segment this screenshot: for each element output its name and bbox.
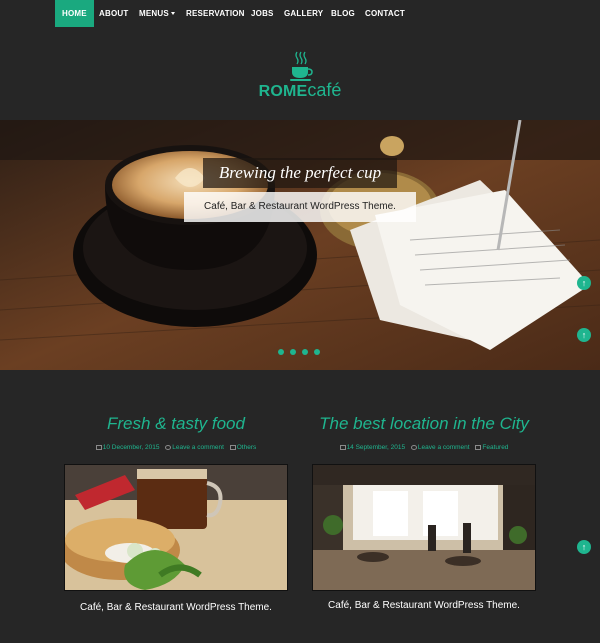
folder-icon (229, 444, 236, 450)
nav-item-jobs[interactable]: JOBS (251, 0, 274, 27)
post-date-text: 10 December, 2015 (102, 444, 160, 451)
comment-icon (410, 444, 417, 450)
slider-dot[interactable] (278, 349, 284, 355)
main-nav: HOME ABOUT MENUS RESERVATION JOBS GALLER… (0, 0, 600, 27)
folder-icon (475, 444, 482, 450)
nav-item-menus[interactable]: MENUS (139, 0, 175, 27)
post-comment-link[interactable]: Leave a comment (165, 444, 224, 451)
post-category-text: Featured (482, 444, 509, 451)
logo-text: ROMEcafé (0, 80, 600, 101)
post-date-text: 14 September, 2015 (346, 444, 406, 451)
nav-item-contact[interactable]: CONTACT (365, 0, 405, 27)
chevron-down-icon (170, 12, 175, 16)
hero-subtitle: Café, Bar & Restaurant WordPress Theme. (184, 192, 416, 222)
slider-dot[interactable] (314, 349, 320, 355)
hero-title: Brewing the perfect cup (203, 158, 397, 188)
post-meta: 10 December, 2015 Leave a comment Others (56, 444, 296, 451)
nav-item-gallery[interactable]: GALLERY (284, 0, 323, 27)
coffee-cup-icon (290, 51, 313, 81)
post-excerpt: Café, Bar & Restaurant WordPress Theme. (328, 600, 520, 611)
post-title[interactable]: Fresh & tasty food (56, 414, 296, 434)
scroll-top-button[interactable]: ↑ (577, 328, 591, 342)
post-image-food (65, 465, 287, 590)
logo-rome: ROME (258, 83, 308, 100)
post-category-text: Others (236, 444, 257, 451)
post-date[interactable]: 14 September, 2015 (339, 444, 406, 451)
post-comment-text: Leave a comment (172, 444, 224, 451)
comment-icon (165, 444, 172, 450)
nav-item-menus-label: MENUS (139, 9, 169, 18)
nav-item-home[interactable]: HOME (55, 0, 94, 27)
slider-dot[interactable] (302, 349, 308, 355)
nav-item-about[interactable]: ABOUT (99, 0, 128, 27)
nav-item-reservation[interactable]: RESERVATION (186, 0, 245, 27)
post-image-interior (313, 465, 535, 590)
post-excerpt: Café, Bar & Restaurant WordPress Theme. (80, 602, 272, 613)
calendar-icon (339, 444, 346, 450)
nav-item-blog[interactable]: BLOG (331, 0, 355, 27)
post-category[interactable]: Featured (475, 444, 508, 451)
post-image[interactable] (312, 464, 536, 591)
post-title[interactable]: The best location in the City (304, 414, 544, 434)
post-category[interactable]: Others (229, 444, 257, 451)
slider-dot[interactable] (290, 349, 296, 355)
post-comment-link[interactable]: Leave a comment (410, 444, 470, 451)
post-meta: 14 September, 2015 Leave a comment Featu… (304, 444, 544, 451)
scroll-top-button[interactable]: ↑ (577, 540, 591, 554)
site-logo[interactable]: ROMEcafé (0, 50, 600, 110)
post-image[interactable] (64, 464, 288, 591)
post-date[interactable]: 10 December, 2015 (95, 444, 160, 451)
calendar-icon (95, 444, 102, 450)
logo-cafe: café (307, 80, 342, 100)
scroll-top-button[interactable]: ↑ (577, 276, 591, 290)
post-comment-text: Leave a comment (417, 444, 470, 451)
